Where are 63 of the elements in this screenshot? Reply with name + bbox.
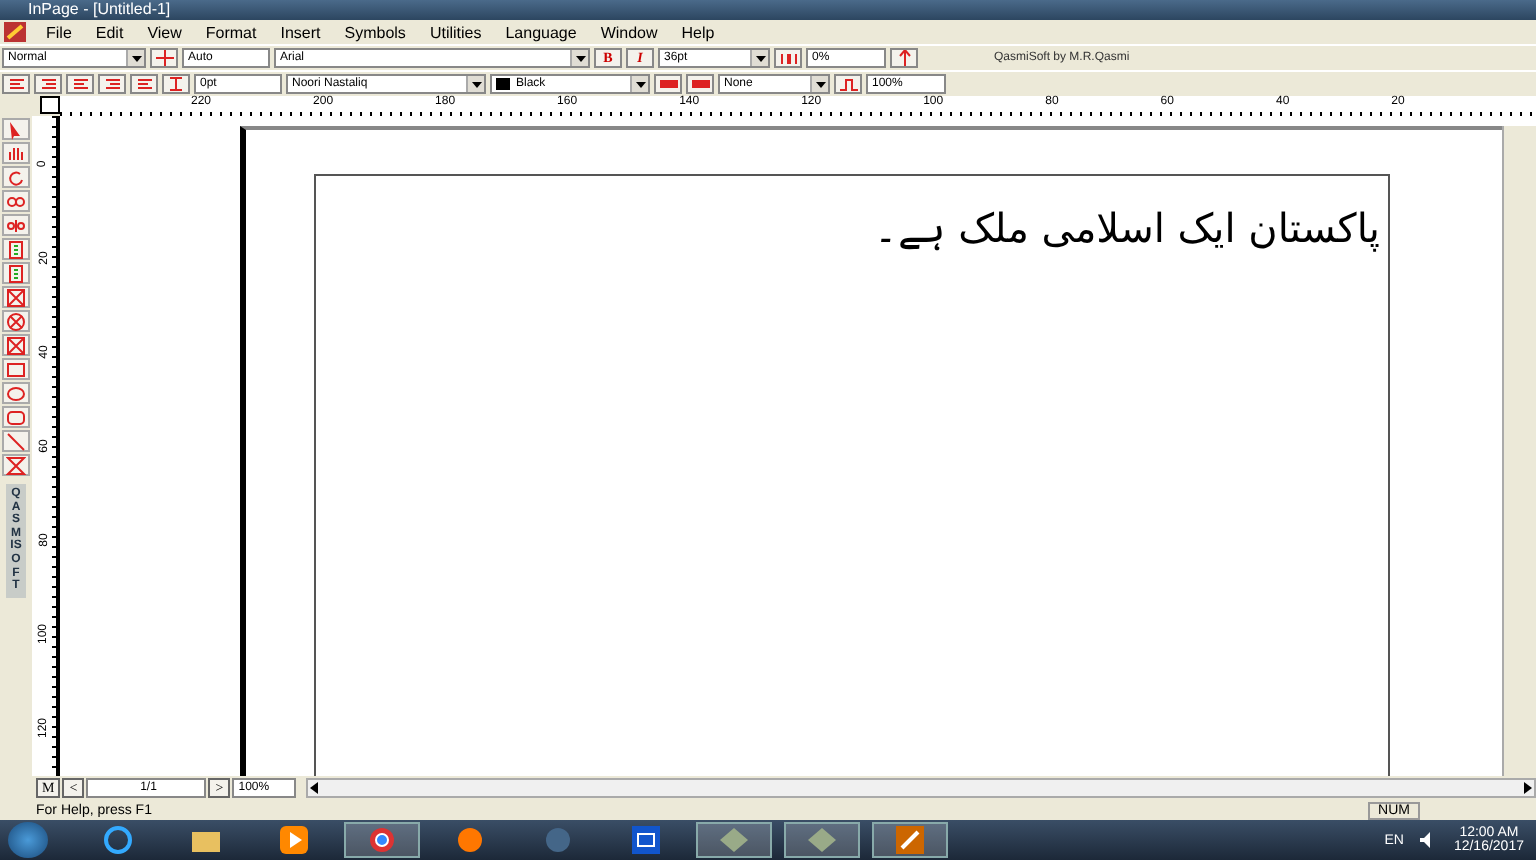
swatch-icon <box>496 78 510 90</box>
menu-item[interactable]: View <box>135 23 194 41</box>
spacing-icon[interactable] <box>162 74 190 94</box>
align-icon[interactable] <box>98 74 126 94</box>
tool-button[interactable] <box>2 166 30 188</box>
menu-item[interactable]: Utilities <box>417 23 494 41</box>
pen-icon[interactable] <box>872 822 948 858</box>
align-icon[interactable] <box>2 74 30 94</box>
line-icon <box>6 431 26 451</box>
menu-item[interactable]: Language <box>493 23 589 41</box>
tool-button[interactable] <box>2 214 30 236</box>
menu-item[interactable]: Symbols <box>332 23 418 41</box>
rounded-rectangle-icon <box>6 407 26 427</box>
link-icon <box>6 191 26 211</box>
window-title: InPage - [Untitled-1] <box>28 0 171 20</box>
menu-item[interactable]: File <box>34 23 84 41</box>
pointer-icon <box>6 119 26 139</box>
tool-button[interactable] <box>2 142 30 164</box>
rectangle-icon <box>6 359 26 379</box>
align-icon[interactable] <box>130 74 158 94</box>
oval-frame-icon <box>6 311 26 331</box>
scroll-right-icon[interactable] <box>1522 782 1534 794</box>
menu-item[interactable]: Edit <box>83 23 136 41</box>
tool-button[interactable] <box>2 358 30 380</box>
start-button[interactable] <box>8 822 48 858</box>
window-icon[interactable] <box>784 822 860 858</box>
caret-icon <box>131 55 141 61</box>
align-icon[interactable] <box>66 74 94 94</box>
document-text: پاکستان ایک اسلامی ملک ہے۔ <box>873 204 1380 252</box>
menu-item[interactable]: Help <box>669 23 727 41</box>
menu-item[interactable]: Window <box>588 23 670 41</box>
caret-icon <box>755 55 765 61</box>
tool-button[interactable] <box>2 286 30 308</box>
text-frame-icon <box>6 239 26 259</box>
scroll-left-icon[interactable] <box>308 782 321 794</box>
menu-item[interactable]: Insert <box>268 23 333 41</box>
tool-button[interactable] <box>2 190 30 212</box>
caret-icon <box>575 55 585 61</box>
app-logo-icon <box>4 22 26 42</box>
tool-button[interactable] <box>2 406 30 428</box>
image-frame-icon <box>6 287 26 307</box>
tool-button[interactable] <box>2 430 30 452</box>
tool-button[interactable] <box>2 238 30 260</box>
horizontal-scrollbar[interactable] <box>306 778 1536 798</box>
text-frame-icon <box>6 263 26 283</box>
tool-button[interactable] <box>2 310 30 332</box>
ellipse-icon <box>6 383 26 403</box>
tool-button[interactable] <box>2 334 30 356</box>
align-icon[interactable] <box>34 74 62 94</box>
tool-button[interactable] <box>2 262 30 284</box>
caret-icon <box>815 81 825 87</box>
rotate-icon <box>6 167 26 187</box>
tool-button[interactable] <box>2 454 30 476</box>
menu-item[interactable]: Format <box>193 23 269 41</box>
tool-button[interactable] <box>2 118 30 140</box>
caret-icon <box>471 81 481 87</box>
window-icon[interactable] <box>696 822 772 858</box>
vertical-scrollbar[interactable] <box>1502 126 1536 776</box>
tool-button[interactable] <box>2 382 30 404</box>
image-frame-icon <box>6 335 26 355</box>
cross-icon <box>6 455 26 475</box>
unlink-icon <box>6 215 26 235</box>
caret-icon <box>635 81 645 87</box>
